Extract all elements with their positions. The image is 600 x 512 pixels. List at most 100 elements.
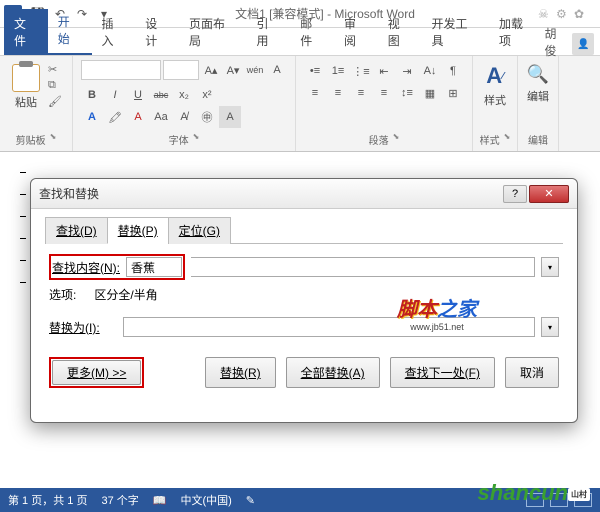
editing-group-label: 编辑 [528,132,548,147]
paragraph-launcher-icon[interactable]: ⬊ [393,132,400,147]
font-size-selector[interactable] [163,60,199,80]
dialog-close-button[interactable]: ✕ [529,185,569,203]
multilevel-icon[interactable]: ⋮≡ [350,60,372,82]
tab-design[interactable]: 设计 [135,9,179,55]
styles-group-label: 样式 [480,132,500,147]
tab-replace[interactable]: 替换(P) [107,217,169,244]
clear-formatting-button[interactable]: A̸ [173,106,195,128]
tab-mailings[interactable]: 邮件 [290,9,334,55]
format-painter-icon[interactable]: 🖌 [48,94,64,108]
group-paragraph: •≡ 1≡ ⋮≡ ⇤ ⇥ A↓ ¶ ≡ ≡ ≡ ≡ ↕≡ ▦ ⊞ 段落 ⬊ [296,56,473,151]
more-button[interactable]: 更多(M) >> [52,360,141,385]
align-center-icon[interactable]: ≡ [327,82,349,104]
font-family-selector[interactable] [81,60,161,80]
text-effects-button[interactable]: A [81,106,103,128]
strikethrough-button[interactable]: abc [150,84,172,106]
shading-icon[interactable]: ▦ [419,82,441,104]
flower-icon: ✿ [574,7,588,21]
char-shading-button[interactable]: A [219,106,241,128]
align-left-icon[interactable]: ≡ [304,82,326,104]
justify-icon[interactable]: ≡ [373,82,395,104]
tab-references[interactable]: 引用 [246,9,290,55]
sort-icon[interactable]: A↓ [419,60,441,82]
options-value: 区分全/半角 [94,286,157,303]
tab-home[interactable]: 开始 [48,7,92,55]
dialog-help-button[interactable]: ? [503,185,527,203]
styles-launcher-icon[interactable]: ⬊ [504,132,511,147]
find-dropdown-icon[interactable]: ▾ [541,257,559,277]
tab-view[interactable]: 视图 [378,9,422,55]
copy-icon[interactable]: ⧉ [48,78,64,92]
font-launcher-icon[interactable]: ⬊ [193,132,200,147]
underline-button[interactable]: U [127,84,149,106]
find-what-input[interactable]: 香蕉 [126,257,182,277]
user-name: 胡俊 [545,25,569,59]
decrease-indent-icon[interactable]: ⇤ [373,60,395,82]
tab-review[interactable]: 审阅 [334,9,378,55]
cancel-button[interactable]: 取消 [505,357,559,388]
align-right-icon[interactable]: ≡ [350,82,372,104]
find-what-input-ext[interactable] [191,257,535,277]
replace-dropdown-icon[interactable]: ▾ [541,317,559,337]
enclose-char-button[interactable]: ㊥ [196,106,218,128]
find-replace-dialog: 查找和替换 ? ✕ 查找(D) 替换(P) 定位(G) 查找内容(N): 香蕉 … [30,178,578,423]
status-language[interactable]: 中文(中国) [180,492,231,508]
superscript-button[interactable]: x² [196,84,218,106]
tab-addins[interactable]: 加载项 [489,9,545,55]
subscript-button[interactable]: x₂ [173,84,195,106]
char-border-icon[interactable]: A [267,60,287,80]
italic-button[interactable]: I [104,84,126,106]
cut-icon[interactable]: ✂ [48,62,64,76]
styles-label: 样式 [479,92,511,108]
find-next-button[interactable]: 查找下一处(F) [390,357,495,388]
user-avatar[interactable]: 👤 [572,33,594,55]
ribbon-tabbar: 文件 开始 插入 设计 页面布局 引用 邮件 审阅 视图 开发工具 加载项 胡俊… [0,28,600,56]
watermark: 脚本之家 www.jb51.net [397,293,477,332]
change-case-button[interactable]: Aa [150,106,172,128]
line-spacing-icon[interactable]: ↕≡ [396,82,418,104]
track-changes-icon[interactable]: ✎ [246,494,255,507]
paste-button[interactable]: 粘贴 [8,60,44,114]
paste-label: 粘贴 [15,94,37,110]
tab-layout[interactable]: 页面布局 [179,9,246,55]
group-clipboard: 粘贴 ✂ ⧉ 🖌 剪贴板⬊ [0,56,73,151]
find-icon[interactable]: 🔍 [524,60,552,88]
replace-all-button[interactable]: 全部替换(A) [286,357,380,388]
tab-file[interactable]: 文件 [4,9,48,55]
replace-button[interactable]: 替换(R) [205,357,276,388]
tab-find[interactable]: 查找(D) [45,217,108,244]
numbering-icon[interactable]: 1≡ [327,60,349,82]
bold-button[interactable]: B [81,84,103,106]
paste-icon [12,64,40,92]
group-font: A▴ A▾ wén A B I U abc x₂ x² A 🖍 A Aa A̸ … [73,56,296,151]
ribbon: 粘贴 ✂ ⧉ 🖌 剪贴板⬊ A▴ A▾ wén A B I U abc x₂ x… [0,56,600,152]
font-color-button[interactable]: A [127,106,149,128]
dialog-title: 查找和替换 [39,185,99,202]
status-wordcount[interactable]: 37 个字 [101,492,138,508]
paragraph-group-label: 段落 [369,132,389,147]
spellcheck-icon[interactable]: 📖 [153,494,167,507]
find-what-label: 查找内容(N): [52,259,120,276]
group-editing: 🔍 编辑 编辑 [518,56,559,151]
tab-developer[interactable]: 开发工具 [421,9,488,55]
editing-label: 编辑 [524,88,552,104]
phonetic-icon[interactable]: wén [245,60,265,80]
borders-icon[interactable]: ⊞ [442,82,464,104]
clipboard-launcher-icon[interactable]: ⬊ [50,132,57,147]
bullets-icon[interactable]: •≡ [304,60,326,82]
grow-font-icon[interactable]: A▴ [201,60,221,80]
shrink-font-icon[interactable]: A▾ [223,60,243,80]
styles-icon[interactable]: A⁄ [479,60,511,92]
shancun-watermark: shancun山村 [478,480,590,506]
dialog-titlebar[interactable]: 查找和替换 ? ✕ [31,179,577,209]
tab-insert[interactable]: 插入 [92,9,136,55]
increase-indent-icon[interactable]: ⇥ [396,60,418,82]
highlight-button[interactable]: 🖍 [104,106,126,128]
group-styles: A⁄ 样式 样式 ⬊ [473,56,518,151]
show-marks-icon[interactable]: ¶ [442,60,464,82]
options-label: 选项: [49,286,76,303]
font-group-label: 字体 [169,132,189,147]
replace-with-label: 替换为(I): [49,319,117,336]
status-page[interactable]: 第 1 页，共 1 页 [8,492,87,508]
tab-goto[interactable]: 定位(G) [168,217,231,244]
